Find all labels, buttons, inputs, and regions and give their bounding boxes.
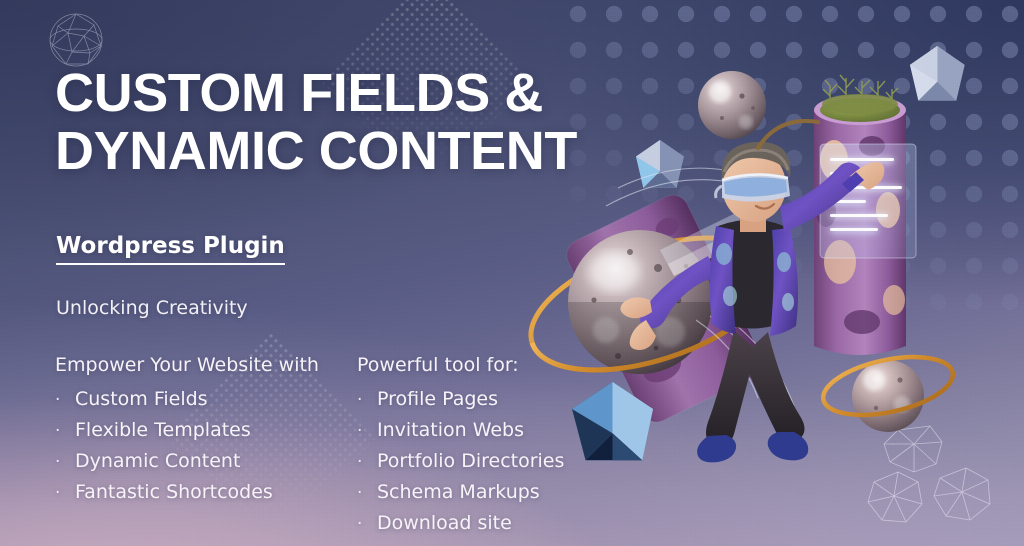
page-title: CUSTOM FIELDS & DYNAMIC CONTENT	[55, 63, 577, 181]
list-item-label: Dynamic Content	[75, 450, 241, 472]
bullet-icon: ·	[55, 421, 61, 441]
list-item: · Profile Pages	[357, 384, 637, 415]
feature-columns: Empower Your Website with · Custom Field…	[55, 352, 655, 539]
bullet-icon: ·	[55, 483, 61, 503]
list-item-label: Profile Pages	[377, 388, 499, 410]
list-item-label: Schema Markups	[377, 481, 540, 503]
bullet-icon: ·	[55, 390, 61, 410]
list-item-label: Flexible Templates	[75, 419, 251, 441]
list-item-label: Invitation Webs	[377, 419, 525, 441]
feature-column-left: Empower Your Website with · Custom Field…	[55, 352, 357, 539]
bullet-icon: ·	[55, 452, 61, 472]
feature-column-right: Powerful tool for: · Profile Pages · Inv…	[357, 352, 637, 539]
feature-column-left-heading: Empower Your Website with	[55, 354, 319, 376]
list-item-label: Download site	[377, 512, 512, 534]
list-item: · Custom Fields	[55, 384, 357, 415]
feature-column-right-heading: Powerful tool for:	[357, 354, 519, 376]
promo-banner: CUSTOM FIELDS & DYNAMIC CONTENT Wordpres…	[0, 0, 1024, 546]
list-item-label: Fantastic Shortcodes	[75, 481, 273, 503]
feature-list-right: · Profile Pages · Invitation Webs · Port…	[357, 384, 637, 539]
banner-content: CUSTOM FIELDS & DYNAMIC CONTENT Wordpres…	[55, 0, 655, 546]
plugin-label: Wordpress Plugin	[56, 231, 285, 265]
list-item: · Schema Markups	[357, 477, 637, 508]
list-item: · Fantastic Shortcodes	[55, 477, 357, 508]
bullet-icon: ·	[357, 390, 363, 410]
list-item-label: Portfolio Directories	[377, 450, 565, 472]
bullet-icon: ·	[357, 421, 363, 441]
bullet-icon: ·	[357, 452, 363, 472]
list-item: · Dynamic Content	[55, 446, 357, 477]
list-item: · Portfolio Directories	[357, 446, 637, 477]
list-item: · Invitation Webs	[357, 415, 637, 446]
list-item: · Flexible Templates	[55, 415, 357, 446]
bullet-icon: ·	[357, 514, 363, 534]
tagline: Unlocking Creativity	[56, 297, 248, 319]
list-item: · Download site	[357, 508, 637, 539]
list-item-label: Custom Fields	[75, 388, 208, 410]
feature-list-left: · Custom Fields · Flexible Templates · D…	[55, 384, 357, 508]
bullet-icon: ·	[357, 483, 363, 503]
